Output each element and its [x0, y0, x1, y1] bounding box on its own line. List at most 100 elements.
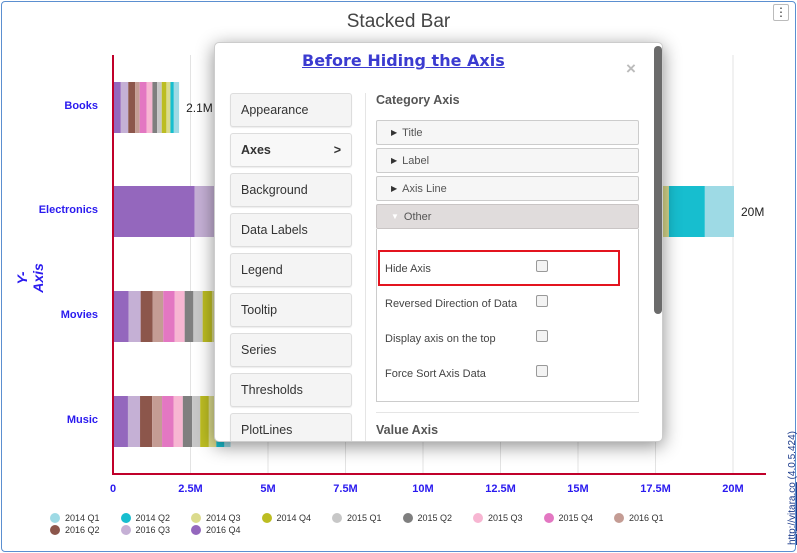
legend-label: 2016 Q4 [206, 524, 241, 535]
legend-swatch-icon [120, 524, 131, 535]
legend-label: 2014 Q2 [135, 512, 171, 523]
legend-item[interactable]: 2016 Q2 [50, 524, 121, 535]
settings-dialog: Before Hiding the Axis × Appearance Axes >… [214, 42, 663, 442]
legend-swatch-icon [120, 512, 131, 523]
legend-swatch-icon [50, 524, 60, 535]
legend-swatch-icon [50, 512, 60, 523]
legend-swatch-icon [473, 512, 483, 523]
legend-item[interactable]: 2015 Q4 [543, 512, 615, 523]
accordion-other[interactable]: ▼ Other [376, 204, 639, 229]
bar-segment [114, 291, 129, 342]
legend-item[interactable]: 2014 Q2 [120, 512, 192, 523]
menu-item-plotlines[interactable]: PlotLines [230, 413, 352, 441]
checkbox-display-axis-on-the-top[interactable] [536, 330, 548, 342]
option-label: Force Sort Axis Data [385, 368, 486, 380]
option-label: Reversed Direction of Data [385, 298, 518, 310]
bar-segment [152, 82, 158, 133]
legend-item[interactable]: 2016 Q3 [120, 524, 192, 535]
legend-label: 2015 Q3 [488, 512, 523, 523]
bar-segment [166, 82, 171, 133]
category-label: Electronics [38, 204, 98, 216]
bar-segment [140, 396, 153, 447]
checkbox-force-sort-axis-data[interactable] [536, 365, 548, 377]
bar-segment [114, 186, 195, 237]
menu-item-background[interactable]: Background [230, 173, 352, 207]
x-tick-label: 2.5M [178, 483, 203, 495]
option-label: Hide Axis [385, 263, 431, 275]
caret-right-icon: ▶ [391, 128, 398, 137]
legend-item[interactable]: 2015 Q2 [402, 512, 474, 523]
category-label: Movies [60, 309, 98, 321]
x-tick-label: 12.5M [485, 483, 516, 495]
bar-segment [157, 82, 162, 133]
bar-segment [152, 291, 164, 342]
menu-item-tooltip[interactable]: Tooltip [230, 293, 352, 327]
legend-item[interactable]: 2016 Q4 [191, 524, 262, 535]
divider [365, 93, 366, 441]
bar-segment [193, 291, 203, 342]
category-label: Books [64, 100, 98, 112]
data-label: 20M [741, 205, 764, 219]
x-tick-label: 10M [412, 483, 434, 495]
accordion-label[interactable]: ▶ Label [376, 148, 639, 173]
bar-segment [184, 291, 194, 342]
checkbox-reversed-direction-of-data[interactable] [536, 295, 548, 307]
bar-segment [163, 291, 175, 342]
legend-label: 2016 Q2 [65, 524, 100, 535]
legend-label: 2016 Q1 [629, 512, 664, 523]
option-label: Display axis on the top [385, 333, 496, 345]
menu-item-series[interactable]: Series [230, 333, 352, 367]
scrollbar[interactable] [654, 46, 662, 314]
accordion-axis-line[interactable]: ▶ Axis Line [376, 176, 639, 201]
bar-segment [162, 396, 174, 447]
bar-segment [128, 82, 136, 133]
legend-item[interactable]: 2015 Q1 [332, 512, 403, 523]
legend-swatch-icon [261, 512, 272, 523]
menu-item-label: Background [241, 183, 308, 197]
menu-item-label: Thresholds [241, 383, 303, 397]
menu-item-legend[interactable]: Legend [230, 253, 352, 287]
caret-right-icon: ▶ [391, 156, 398, 165]
chevron-right-icon: > [333, 143, 341, 157]
menu-item-label: PlotLines [241, 423, 293, 437]
legend-label: 2015 Q4 [558, 512, 594, 523]
bar-segment [182, 396, 193, 447]
x-tick-label: 7.5M [333, 483, 358, 495]
legend-label: 2015 Q1 [347, 512, 382, 523]
bar-segment [135, 82, 140, 133]
menu-item-thresholds[interactable]: Thresholds [230, 373, 352, 407]
accordion-title[interactable]: ▶ Title [376, 120, 639, 145]
bar-segment [173, 396, 183, 447]
checkbox-hide-axis[interactable] [536, 260, 548, 272]
legend-item[interactable]: 2014 Q3 [191, 512, 262, 523]
x-tick-label: 0 [109, 483, 117, 495]
bar-segment [139, 82, 147, 133]
caret-down-icon: ▼ [391, 212, 399, 221]
x-tick-label: 17.5M [640, 483, 671, 495]
legend-swatch-icon [191, 524, 201, 535]
bar-segment [114, 396, 128, 447]
bar-segment [173, 82, 180, 133]
menu-item-appearance[interactable]: Appearance [230, 93, 352, 127]
bar-segment [704, 186, 734, 237]
legend-label: 2016 Q3 [135, 524, 171, 535]
legend: 2014 Q1 2014 Q2 2014 Q3 2014 Q4 2015 Q1 2015 … [50, 512, 750, 535]
bar-segment [120, 82, 129, 133]
legend-item[interactable]: 2016 Q1 [614, 512, 685, 523]
menu-item-label: Appearance [241, 103, 309, 117]
legend-swatch-icon [614, 512, 624, 523]
legend-item[interactable]: 2014 Q1 [50, 512, 121, 523]
x-tick-label: 20M [722, 483, 744, 495]
menu-item-axes[interactable]: Axes > [230, 133, 352, 167]
menu-item-data-labels[interactable]: Data Labels [230, 213, 352, 247]
legend-swatch-icon [402, 512, 413, 523]
bar-segment [146, 82, 153, 133]
close-icon[interactable]: × [626, 59, 636, 79]
bar-segment [128, 291, 141, 342]
legend-item[interactable]: 2015 Q3 [473, 512, 544, 523]
legend-item[interactable]: 2014 Q4 [261, 512, 333, 523]
dialog-title: Before Hiding the Axis [302, 51, 505, 70]
legend-label: 2014 Q3 [206, 512, 241, 523]
category-label: Music [66, 414, 98, 426]
accordion-label: Other [403, 210, 432, 223]
